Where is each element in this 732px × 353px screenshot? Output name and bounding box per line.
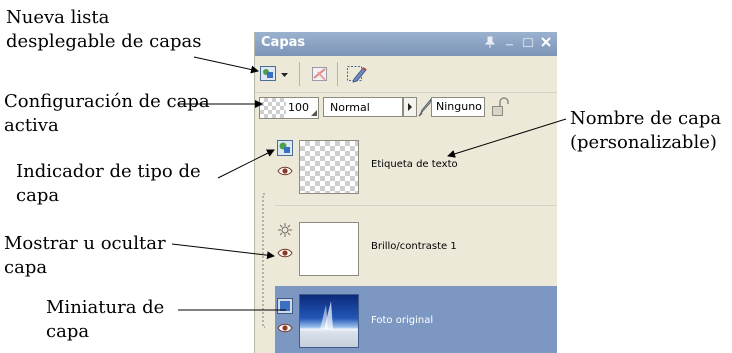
- layers-list: Etiqueta de texto Brillo/contraste 1 Fot…: [255, 122, 557, 353]
- active-layer-settings: 100 Normal Ninguno: [255, 93, 557, 121]
- callout-layer-type-indicator: Indicador de tipo de capa: [16, 160, 201, 208]
- opacity-field[interactable]: 100: [259, 97, 319, 119]
- palette-title: Capas: [261, 35, 306, 50]
- layers-toolbar: [255, 56, 557, 93]
- layer-thumbnail: [299, 140, 359, 194]
- new-layer-dropdown-button[interactable]: [279, 63, 291, 85]
- adjustment-layer-icon: [278, 223, 292, 237]
- brush-variance-field[interactable]: Ninguno: [431, 97, 485, 117]
- layers-palette: Capas 100 Normal Ninguno Etiqueta de tex…: [254, 32, 557, 353]
- layer-row[interactable]: Etiqueta de texto: [255, 122, 557, 206]
- callout-line: (personalizable): [570, 132, 717, 153]
- new-layer-icon: [260, 66, 276, 81]
- eye-icon[interactable]: [277, 165, 293, 177]
- callout-line: Nombre de capa: [570, 108, 722, 129]
- callout-line: desplegable de capas: [6, 31, 202, 52]
- callout-line: Configuración de capa: [4, 91, 210, 112]
- layer-name[interactable]: Brillo/contraste 1: [371, 241, 457, 252]
- layer-properties-icon: [347, 66, 367, 83]
- layer-thumbnail: [299, 294, 359, 348]
- callout-line: activa: [4, 115, 59, 136]
- pin-icon[interactable]: [483, 35, 497, 49]
- minimize-icon[interactable]: [503, 35, 517, 49]
- callout-line: Indicador de tipo de: [16, 161, 201, 182]
- callout-show-hide-layer: Mostrar u ocultar capa: [4, 232, 166, 280]
- callout-line: capa: [16, 185, 60, 206]
- new-layer-button[interactable]: [259, 63, 279, 85]
- chevron-right-icon: [408, 103, 412, 111]
- layer-row[interactable]: Foto original: [255, 286, 557, 353]
- callout-line: Nueva lista: [6, 7, 110, 28]
- layer-row[interactable]: Brillo/contraste 1: [255, 206, 557, 286]
- leader-new-layer-dropdown: [193, 56, 259, 74]
- blend-mode-select[interactable]: Normal: [323, 97, 403, 117]
- toolbar-separator: [299, 62, 300, 86]
- callout-new-layer-dropdown: Nueva lista desplegable de capas: [6, 6, 201, 54]
- palette-titlebar: Capas: [255, 32, 557, 56]
- callout-line: capa: [46, 321, 90, 342]
- eye-icon[interactable]: [277, 322, 293, 334]
- toolbar-separator: [337, 62, 338, 86]
- callout-line: Miniatura de: [46, 297, 165, 318]
- layer-name[interactable]: Etiqueta de texto: [371, 159, 458, 170]
- callout-active-layer-settings: Configuración de capa activa: [4, 90, 210, 138]
- layer-properties-button[interactable]: [345, 63, 369, 85]
- callout-line: Mostrar u ocultar: [4, 233, 166, 254]
- vector-layer-icon: [277, 140, 293, 156]
- lock-transparency-toggle[interactable]: [489, 96, 511, 118]
- callout-line: capa: [4, 257, 48, 278]
- opacity-slider-icon: [311, 110, 317, 116]
- layer-name[interactable]: Foto original: [371, 315, 433, 326]
- close-icon[interactable]: [539, 35, 553, 49]
- callout-layer-name: Nombre de capa (personalizable): [570, 107, 721, 155]
- opacity-checker-icon: [260, 98, 286, 118]
- dropdown-arrow-icon: [281, 73, 288, 77]
- callout-layer-thumbnail: Miniatura de capa: [46, 296, 164, 344]
- photo-icon: [300, 301, 358, 347]
- raster-layer-icon: [277, 298, 293, 314]
- blend-mode-arrow[interactable]: [403, 97, 417, 117]
- delete-layer-button[interactable]: [309, 63, 331, 85]
- layer-thumbnail: [299, 222, 359, 276]
- opacity-value: 100: [288, 101, 309, 114]
- eye-icon[interactable]: [277, 247, 293, 259]
- delete-layer-icon: [312, 67, 327, 81]
- lock-icon: [492, 97, 509, 116]
- maximize-icon[interactable]: [521, 35, 535, 49]
